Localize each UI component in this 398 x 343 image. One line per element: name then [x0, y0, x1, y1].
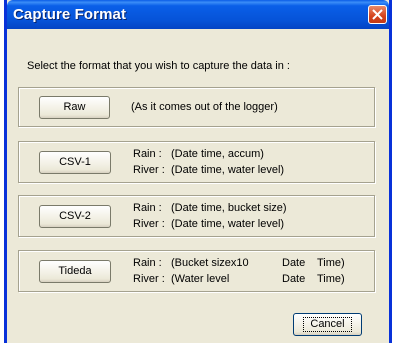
rain-format: (Bucket sizex10: [171, 257, 249, 269]
option-row-csv2: CSV-2 Rain : (Date time, bucket size) Riv…: [18, 195, 375, 237]
rain-format: (Date time, accum): [171, 148, 264, 160]
tideda-river-line: River : (Water level Date Time): [133, 273, 345, 285]
csv2-rain-line: Rain : (Date time, bucket size): [133, 202, 287, 214]
csv2-button[interactable]: CSV-2: [39, 205, 111, 228]
river-format: (Water level: [171, 273, 230, 285]
rain-format: (Date time, bucket size): [171, 202, 287, 214]
csv1-rain-line: Rain : (Date time, accum): [133, 148, 264, 160]
river-format: (Date time, water level): [171, 218, 285, 230]
option-row-tideda: Tideda Rain : (Bucket sizex10 Date Time) Ri…: [18, 250, 375, 292]
rain-label: Rain :: [133, 148, 162, 160]
close-icon: [372, 9, 383, 20]
close-button[interactable]: [368, 5, 387, 24]
rain-date: Date: [282, 257, 306, 269]
raw-description: (As it comes out of the logger): [131, 101, 278, 113]
cancel-label: Cancel: [303, 317, 352, 332]
instruction-text: Select the format that you wish to captu…: [27, 60, 290, 72]
river-format: (Date time, water level): [171, 164, 285, 176]
rain-label: Rain :: [133, 257, 162, 269]
tideda-rain-line: Rain : (Bucket sizex10 Date Time): [133, 257, 345, 269]
csv2-river-line: River : (Date time, water level): [133, 218, 284, 230]
river-date: Date: [282, 273, 306, 285]
rain-label: Rain :: [133, 202, 162, 214]
rain-time: Time): [317, 257, 345, 269]
cancel-button[interactable]: Cancel: [293, 313, 362, 336]
csv1-river-line: River : (Date time, water level): [133, 164, 284, 176]
river-label: River :: [133, 164, 165, 176]
raw-button[interactable]: Raw: [39, 96, 110, 119]
river-time: Time): [317, 273, 345, 285]
tideda-button[interactable]: Tideda: [39, 260, 111, 283]
river-label: River :: [133, 218, 165, 230]
option-row-raw: Raw (As it comes out of the logger): [18, 87, 375, 127]
river-label: River :: [133, 273, 165, 285]
option-row-csv1: CSV-1 Rain : (Date time, accum) River : (D…: [18, 141, 375, 183]
csv1-button[interactable]: CSV-1: [39, 151, 111, 174]
window-title: Capture Format: [13, 6, 127, 23]
dialog-window: Capture Format Select the format that yo…: [4, 0, 392, 343]
title-bar[interactable]: Capture Format: [7, 0, 389, 29]
